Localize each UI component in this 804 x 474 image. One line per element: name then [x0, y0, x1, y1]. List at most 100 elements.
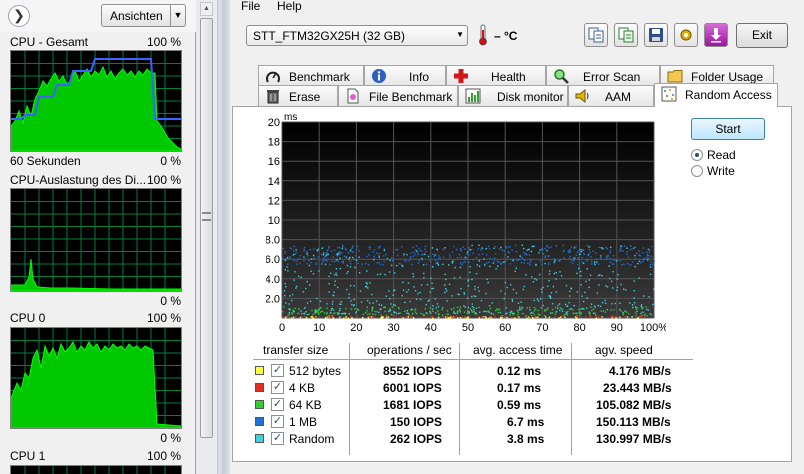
disk-monitor-icon [465, 88, 481, 104]
data-point [379, 263, 381, 266]
row-speed: 23.443 MB/s [603, 381, 672, 395]
tab-health[interactable]: Health [446, 65, 546, 86]
data-point [560, 316, 562, 318]
data-point [453, 307, 455, 309]
write-radio-dot[interactable] [691, 165, 703, 177]
exit-button[interactable]: Exit [736, 23, 788, 48]
data-point [478, 260, 481, 262]
data-point [296, 260, 298, 262]
data-point [413, 251, 415, 254]
back-arrow-icon[interactable]: ❯ [8, 5, 30, 27]
download-button[interactable] [704, 23, 728, 47]
data-point [404, 301, 406, 304]
data-point [529, 309, 531, 311]
data-point [366, 270, 368, 272]
data-point [512, 313, 514, 316]
data-point [633, 290, 636, 292]
data-point [529, 261, 531, 264]
data-point [446, 316, 448, 319]
read-radio-dot[interactable] [691, 149, 703, 161]
data-point [458, 254, 461, 256]
data-point [491, 302, 493, 304]
series-checkbox[interactable]: ✓ [271, 381, 284, 394]
data-point [551, 308, 554, 311]
data-point [350, 315, 352, 318]
data-point [567, 310, 569, 313]
data-point [488, 317, 490, 319]
data-point [622, 250, 624, 252]
data-point [596, 292, 598, 294]
data-point [571, 258, 573, 261]
tab-label: Random Access [685, 88, 772, 102]
data-point [610, 315, 612, 318]
views-dropdown-button[interactable]: Ansichten ▼ [101, 4, 186, 27]
tab-random-access[interactable]: Random Access [654, 83, 778, 107]
data-point [605, 258, 608, 261]
data-point [347, 317, 349, 319]
data-point [599, 305, 602, 307]
data-point [504, 316, 507, 318]
tab-erase[interactable]: Erase [258, 85, 338, 106]
data-point [650, 245, 653, 248]
tab-info[interactable]: Info [364, 65, 446, 86]
data-point [407, 282, 410, 284]
data-point [332, 309, 335, 311]
data-point [344, 247, 347, 250]
data-point [401, 294, 403, 297]
series-checkbox[interactable]: ✓ [271, 398, 284, 411]
start-button[interactable]: Start [691, 118, 765, 140]
tab-benchmark[interactable]: Benchmark [258, 65, 364, 86]
data-point [349, 260, 351, 263]
data-point [631, 248, 633, 250]
write-radio[interactable]: Write [691, 164, 751, 178]
data-point [409, 258, 412, 260]
copy-info-button[interactable] [584, 23, 608, 47]
series-color-swatch [255, 383, 264, 392]
data-point [354, 266, 356, 269]
data-point [483, 258, 485, 260]
pane-scrollbar[interactable]: ▲ [196, 0, 218, 474]
data-point [589, 314, 591, 316]
data-point [511, 249, 513, 251]
series-checkbox[interactable]: ✓ [271, 432, 284, 445]
series-checkbox[interactable]: ✓ [271, 364, 284, 377]
data-point [431, 287, 433, 290]
read-radio[interactable]: Read [691, 148, 751, 162]
tab-aam[interactable]: AAM [568, 85, 654, 106]
data-point [432, 253, 434, 255]
data-point [635, 308, 637, 310]
data-point [590, 303, 593, 305]
data-point [372, 302, 374, 304]
data-point [619, 260, 622, 262]
data-point [379, 258, 381, 261]
data-point [550, 246, 552, 248]
y-tick-label: 14 [268, 176, 280, 188]
drive-select[interactable]: STT_FTM32GX25H (32 GB) ▼ [246, 25, 468, 46]
tab-file-benchmark[interactable]: File Benchmark [338, 85, 458, 106]
options-button[interactable] [674, 23, 698, 47]
tab-disk-monitor[interactable]: Disk monitor [458, 85, 568, 106]
data-point [547, 255, 549, 257]
data-point [606, 286, 609, 288]
data-point [475, 273, 478, 275]
data-point [366, 306, 368, 309]
data-point [538, 314, 541, 316]
menu-file[interactable]: File [241, 0, 260, 13]
scrollbar-thumb[interactable] [200, 18, 213, 438]
tab-error-scan[interactable]: Error Scan [546, 65, 660, 86]
row-label: 64 KB [289, 398, 322, 412]
data-point [348, 293, 350, 295]
header-divider [253, 359, 693, 360]
menu-help[interactable]: Help [277, 0, 302, 13]
data-point [331, 303, 334, 305]
data-point [586, 268, 588, 270]
data-point [295, 316, 297, 318]
data-point [310, 258, 313, 260]
copy-all-button[interactable] [614, 23, 638, 47]
scroll-up-arrow-icon[interactable]: ▲ [200, 2, 213, 16]
data-point [288, 312, 291, 314]
data-point [321, 262, 323, 265]
save-button[interactable] [644, 23, 668, 47]
data-point [463, 291, 465, 294]
series-checkbox[interactable]: ✓ [271, 415, 284, 428]
